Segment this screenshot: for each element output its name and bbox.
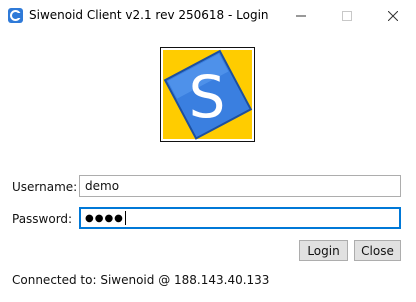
text-caret [124, 211, 126, 225]
password-label: Password: [12, 212, 73, 226]
username-input[interactable] [79, 175, 401, 197]
connection-status: Connected to: Siwenoid @ 188.143.40.133 [12, 273, 270, 287]
title-bar: Siwenoid Client v2.1 rev 250618 - Login [0, 0, 416, 31]
maximize-button[interactable] [324, 0, 370, 31]
window-title: Siwenoid Client v2.1 rev 250618 - Login [29, 8, 269, 22]
password-input[interactable]: ●●●● [79, 207, 401, 229]
close-window-button[interactable] [370, 0, 416, 31]
app-icon [8, 8, 23, 23]
login-button[interactable]: Login [299, 240, 348, 261]
username-label: Username: [12, 180, 78, 194]
password-mask: ●●●● [85, 212, 124, 224]
minimize-button[interactable] [278, 0, 324, 31]
logo-letter: S [189, 63, 226, 131]
maximize-icon [342, 10, 352, 21]
close-icon [388, 10, 398, 21]
minimize-icon [296, 15, 306, 16]
siwenoid-logo: S [160, 47, 255, 142]
close-button[interactable]: Close [354, 240, 401, 261]
